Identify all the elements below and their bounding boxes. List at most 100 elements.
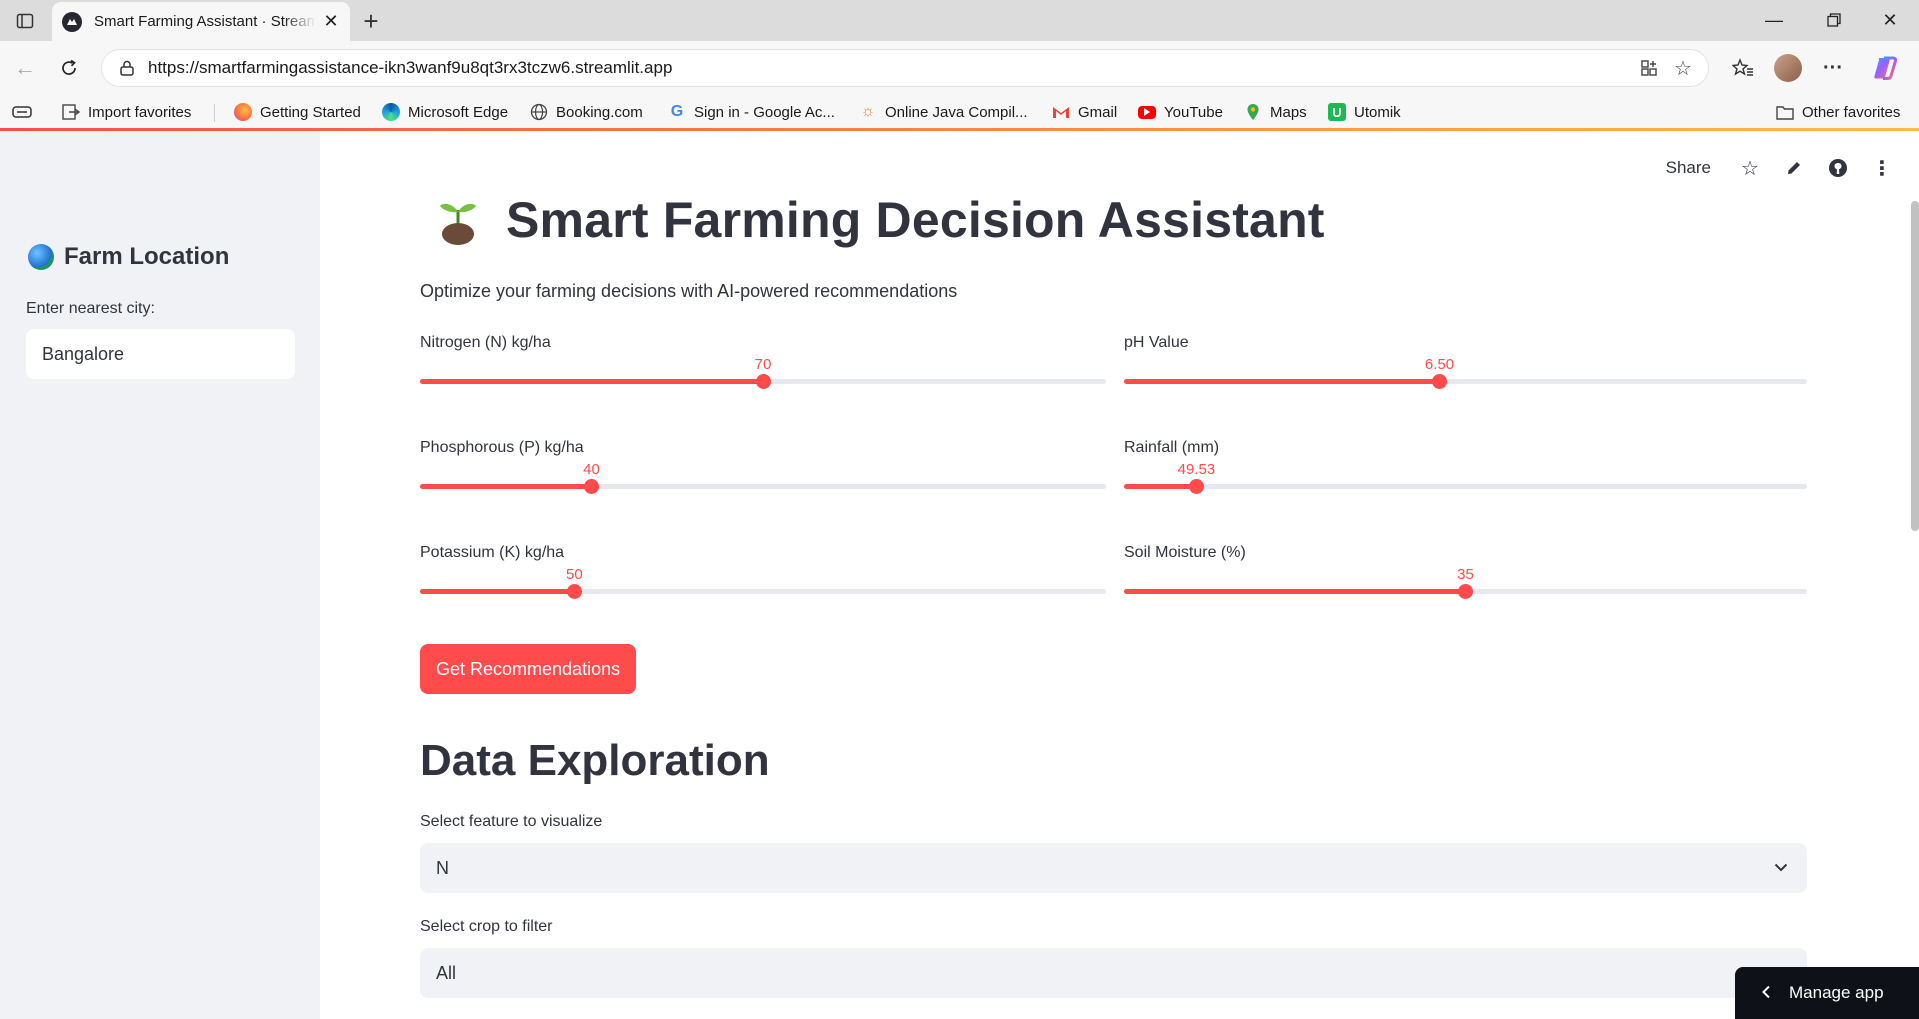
manage-app-button[interactable]: Manage app: [1735, 967, 1919, 1019]
bookmark-label: Maps: [1270, 103, 1307, 121]
close-tab-icon[interactable]: ✕: [322, 11, 340, 31]
firefox-icon: [234, 103, 252, 121]
folder-icon: [1776, 103, 1794, 121]
chevron-down-icon: [1771, 857, 1791, 877]
more-menu-icon[interactable]: ···: [1818, 53, 1848, 83]
back-icon[interactable]: ←: [10, 53, 40, 83]
page-title: Smart Farming Decision Assistant: [432, 191, 1325, 249]
close-window-icon[interactable]: ✕: [1878, 8, 1902, 32]
bookmark-label: Microsoft Edge: [408, 103, 509, 121]
slider-label: Phosphorous (P) kg/ha: [420, 439, 584, 456]
slider-label: Nitrogen (N) kg/ha: [420, 334, 551, 351]
slider-thumb[interactable]: [566, 584, 582, 599]
bookmark-import-favorites[interactable]: Import favorites: [62, 101, 191, 123]
sidebar-title-text: Farm Location: [64, 243, 230, 270]
slider-value: 6.50: [1424, 356, 1455, 373]
address-bar[interactable]: https://smartfarmingassistance-ikn3wanf9…: [101, 49, 1709, 87]
section-title: Data Exploration: [420, 736, 770, 785]
main-menu-icon[interactable]: ⋮: [1867, 153, 1897, 183]
slider-thumb[interactable]: [584, 479, 599, 494]
browser-tab-bar: Smart Farming Assistant · Streamlit ✕ + …: [0, 0, 1919, 41]
city-input[interactable]: Bangalore: [26, 329, 295, 379]
refresh-icon[interactable]: [54, 53, 84, 83]
slider-label: Rainfall (mm): [1124, 439, 1220, 456]
phosphorous-slider[interactable]: Phosphorous (P) kg/ha 40: [420, 439, 1106, 519]
bookmark-microsoft-edge[interactable]: Microsoft Edge: [382, 101, 508, 123]
slider-thumb[interactable]: [755, 374, 771, 389]
bookmark-online-java[interactable]: ☼ Online Java Compil...: [859, 101, 1028, 123]
slider-fill: [420, 379, 763, 384]
profile-avatar[interactable]: [1773, 53, 1803, 83]
bookmark-label: Getting Started: [260, 103, 361, 121]
page-subtitle: Optimize your farming decisions with AI-…: [420, 281, 958, 301]
restore-icon[interactable]: [1822, 8, 1846, 32]
page-scrollbar[interactable]: [1911, 201, 1919, 531]
chevron-left-icon: [1761, 983, 1771, 1004]
potassium-slider[interactable]: Potassium (K) kg/ha 50: [420, 544, 1106, 624]
feature-select-value: N: [436, 857, 449, 878]
slider-value: 40: [583, 461, 600, 478]
bookmark-getting-started[interactable]: Getting Started: [234, 101, 361, 123]
crop-select[interactable]: All: [420, 948, 1807, 998]
sidebar: Farm Location Enter nearest city: Bangal…: [0, 131, 320, 1019]
gmail-icon: [1052, 103, 1070, 121]
get-recommendations-button[interactable]: Get Recommendations: [420, 644, 637, 694]
header-actions: Share ☆ ⋮: [1666, 153, 1919, 183]
bookmark-label: Other favorites: [1802, 103, 1901, 121]
browser-toolbar: ← https://smartfarmingassistance-ikn3wan…: [0, 41, 1919, 95]
google-icon: G: [670, 103, 684, 120]
bookmark-booking[interactable]: Booking.com: [530, 101, 643, 123]
github-icon[interactable]: [1823, 153, 1853, 183]
bookmark-separator: [214, 104, 215, 122]
slider-label: Potassium (K) kg/ha: [420, 544, 565, 561]
favorite-star-icon[interactable]: ☆: [1666, 53, 1700, 83]
slider-thumb[interactable]: [1188, 479, 1204, 494]
copilot-icon[interactable]: [1870, 53, 1900, 83]
bookmark-google-signin[interactable]: G Sign in - Google Ac...: [668, 101, 835, 123]
edit-pencil-icon[interactable]: [1779, 153, 1809, 183]
slider-fill: [1124, 484, 1197, 489]
bookmark-youtube[interactable]: YouTube: [1138, 101, 1223, 123]
slider-fill: [1124, 589, 1466, 594]
ph-slider[interactable]: pH Value 6.50: [1124, 334, 1807, 414]
minimize-icon[interactable]: —: [1762, 8, 1786, 32]
bookmark-gmail[interactable]: Gmail: [1052, 101, 1117, 123]
streamlit-favicon-icon: [62, 11, 82, 32]
youtube-icon: [1138, 105, 1156, 119]
tab-title: Smart Farming Assistant · Streamlit: [94, 13, 316, 30]
bookmark-label: Sign in - Google Ac...: [694, 103, 835, 121]
soil-moisture-slider[interactable]: Soil Moisture (%) 35: [1124, 544, 1807, 624]
bookmark-label: Utomik: [1354, 103, 1401, 121]
sidebar-title: Farm Location: [28, 243, 229, 271]
slider-fill: [1124, 379, 1440, 384]
bookmark-label: Online Java Compil...: [885, 103, 1028, 121]
globe-icon: [28, 244, 54, 270]
reading-view-icon[interactable]: [12, 101, 32, 123]
import-icon: [62, 103, 80, 121]
page-title-text: Smart Farming Decision Assistant: [506, 192, 1325, 248]
slider-thumb[interactable]: [1458, 584, 1473, 599]
slider-thumb[interactable]: [1432, 374, 1448, 389]
utomik-icon: U: [1328, 103, 1346, 121]
favorites-icon[interactable]: [1728, 53, 1758, 83]
star-icon[interactable]: ☆: [1735, 153, 1765, 183]
new-tab-icon[interactable]: +: [358, 6, 384, 36]
crop-select-label: Select crop to filter: [420, 918, 553, 935]
slider-track[interactable]: [1124, 484, 1807, 489]
rainfall-slider[interactable]: Rainfall (mm) 49.53: [1124, 439, 1807, 519]
feature-select[interactable]: N: [420, 843, 1807, 893]
nitrogen-slider[interactable]: Nitrogen (N) kg/ha 70: [420, 334, 1106, 414]
bookmark-other-favorites[interactable]: Other favorites: [1776, 101, 1900, 123]
bookmark-utomik[interactable]: U Utomik: [1328, 101, 1401, 123]
share-button[interactable]: Share: [1666, 158, 1711, 178]
bookmark-maps[interactable]: Maps: [1244, 101, 1307, 123]
site-info-icon[interactable]: [116, 57, 138, 79]
url-text[interactable]: https://smartfarmingassistance-ikn3wanf9…: [148, 58, 1632, 78]
bookmark-label: Gmail: [1078, 103, 1118, 121]
tab-actions-icon[interactable]: [14, 10, 36, 32]
app-available-icon[interactable]: [1632, 53, 1666, 83]
edge-icon: [382, 103, 400, 121]
sun-icon: ☼: [860, 103, 876, 120]
browser-tab-active[interactable]: Smart Farming Assistant · Streamlit ✕: [52, 2, 350, 41]
slider-value: 35: [1457, 566, 1474, 583]
